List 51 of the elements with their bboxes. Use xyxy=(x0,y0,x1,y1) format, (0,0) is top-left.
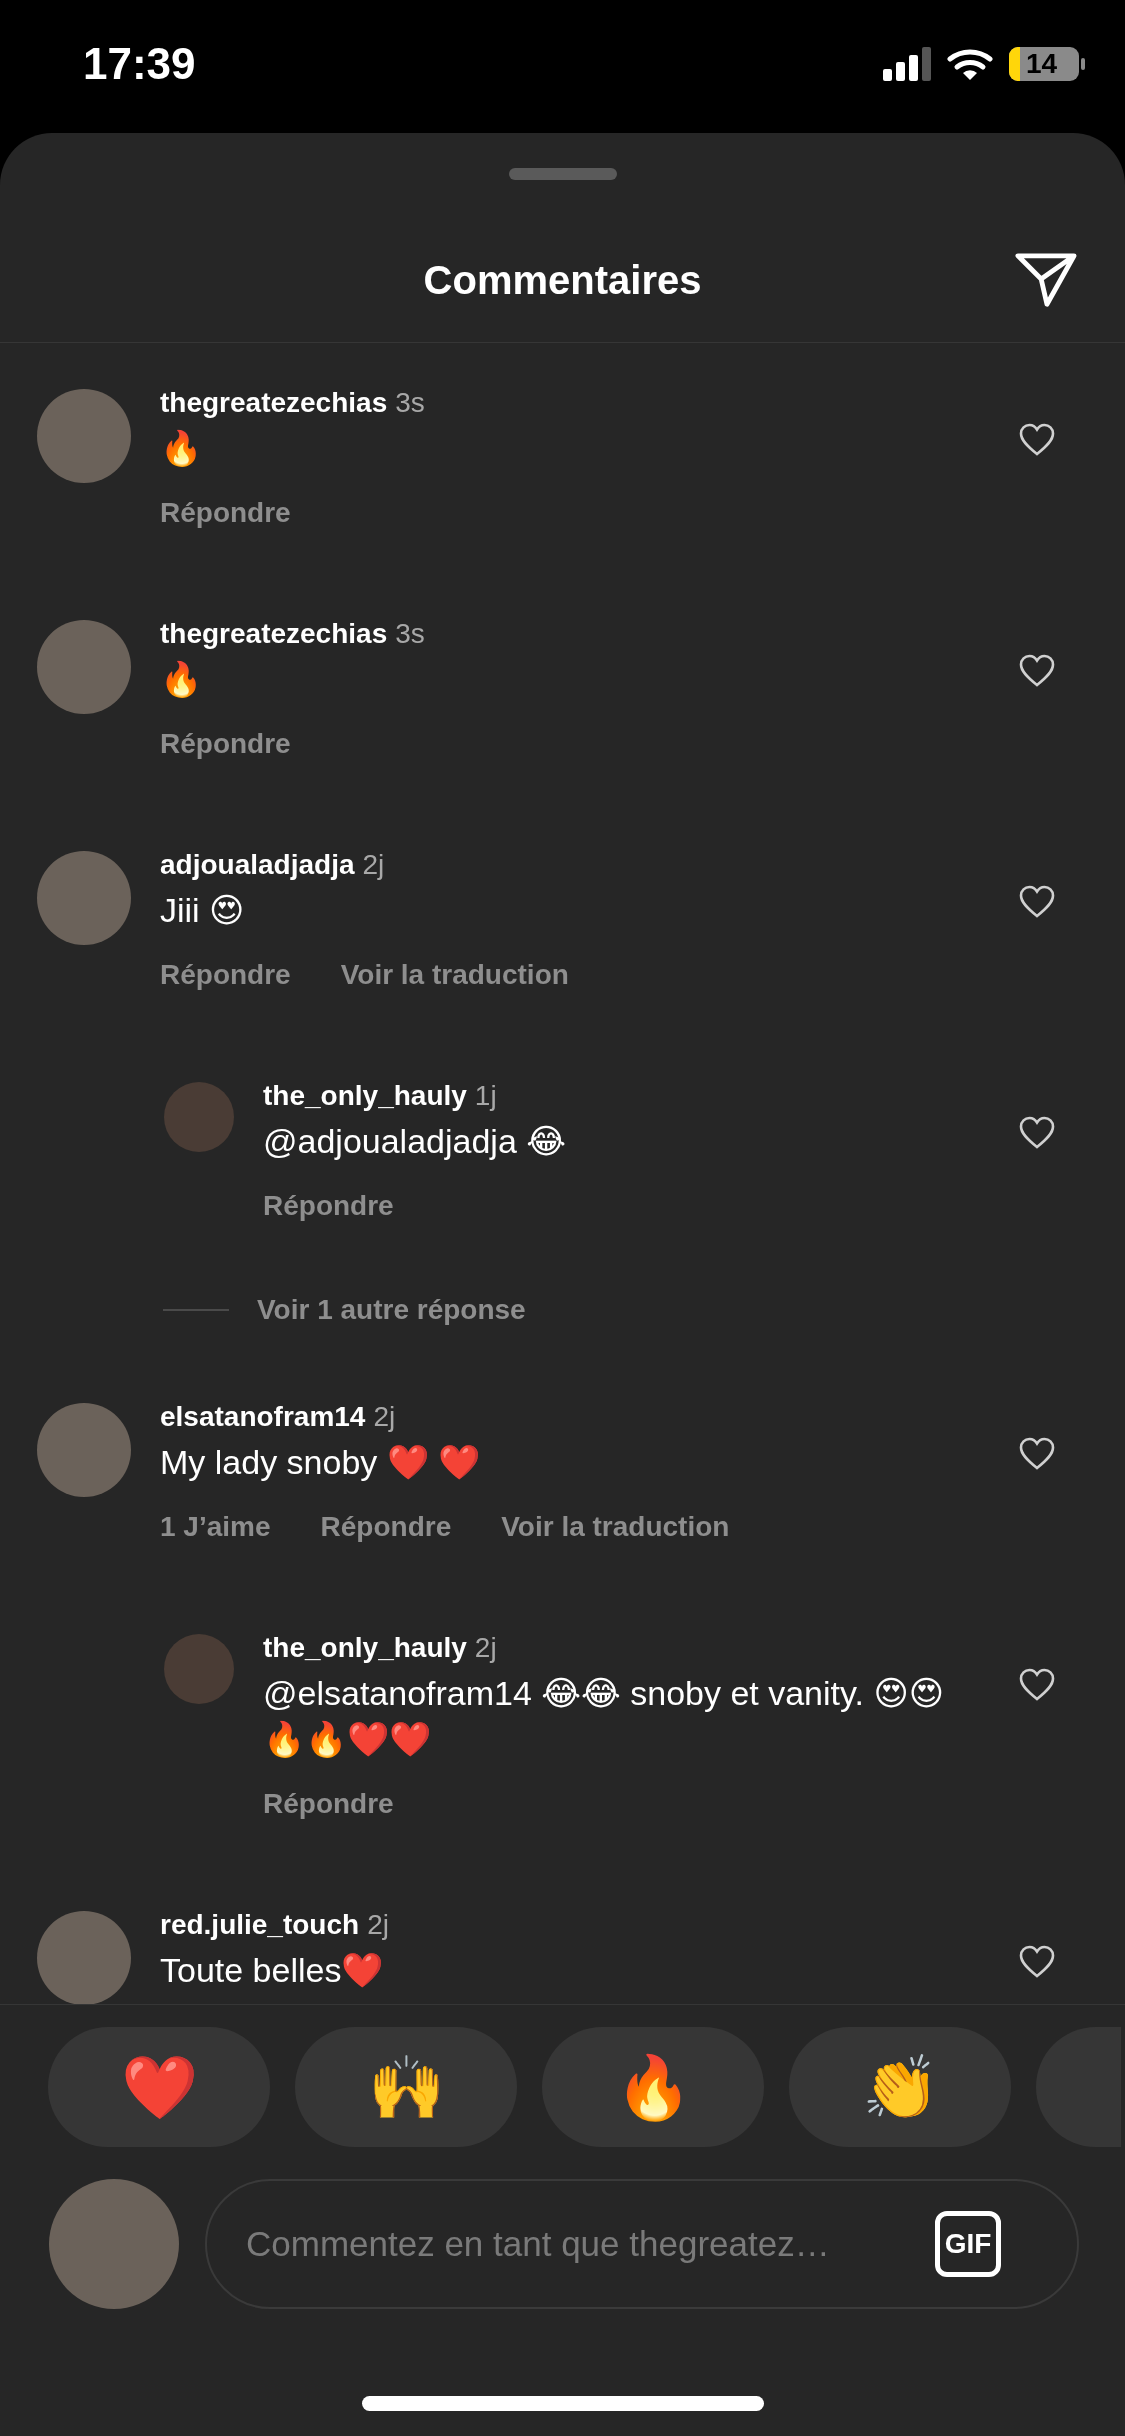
comment-action-link[interactable]: Voir la traduction xyxy=(501,1507,730,1547)
comment-time: 2j xyxy=(367,1909,389,1940)
heart-icon[interactable] xyxy=(1019,1437,1055,1470)
comment-action-link[interactable]: Voir la traduction xyxy=(340,955,569,995)
emoji-reaction-button[interactable]: 🔥 xyxy=(542,2027,764,2147)
comment-text: Toute belles❤ xyxy=(160,1950,385,1991)
signal-icon xyxy=(883,46,931,81)
emoji-reaction-button[interactable]: ❤ xyxy=(48,2027,270,2147)
comment-time: 3s xyxy=(395,618,425,649)
comment-action-link[interactable]: Répondre xyxy=(160,955,291,995)
username-link[interactable]: the_only_hauly xyxy=(263,1632,467,1663)
comment-text: My lady snoby ❤ ❤ xyxy=(160,1442,482,1483)
sheet-title: Commentaires xyxy=(423,257,702,303)
comment-action-link[interactable]: Répondre xyxy=(263,1784,394,1824)
battery-percentage: 14 xyxy=(1026,48,1058,79)
drag-handle[interactable] xyxy=(508,168,617,180)
username-link[interactable]: thegreatezechias xyxy=(160,387,388,418)
emoji-reaction-button[interactable]: 🙌 xyxy=(295,2027,517,2147)
heart-icon[interactable] xyxy=(1019,885,1055,918)
username-link[interactable]: red.julie_touch xyxy=(160,1909,360,1940)
comment-text: @adjoualadjadja 😂 xyxy=(263,1121,567,1162)
comment-action-link[interactable]: Répondre xyxy=(263,1186,394,1226)
comment-time: 3s xyxy=(395,387,425,418)
comment-time: 2j xyxy=(474,1632,497,1663)
comment-input-field[interactable]: Commentez en tant que thegreatez… GIF xyxy=(205,2179,1079,2309)
comment-action-link[interactable]: 1 J’aime xyxy=(160,1507,271,1547)
heart-icon[interactable] xyxy=(1019,654,1055,687)
comment-action-link[interactable]: Répondre xyxy=(160,724,291,764)
username-link[interactable]: thegreatezechias xyxy=(160,618,388,649)
send-icon xyxy=(1013,250,1079,310)
heart-icon[interactable] xyxy=(1019,1116,1055,1149)
heart-icon[interactable] xyxy=(1019,1945,1055,1978)
comment-time: 2j xyxy=(362,849,385,880)
username-link[interactable]: elsatanofram14 xyxy=(160,1401,366,1432)
comment-time: 1j xyxy=(474,1080,497,1111)
comment-text: 🔥 xyxy=(160,659,203,700)
comment-action-link[interactable]: Répondre xyxy=(160,493,291,533)
comment-text: 🔥 xyxy=(160,428,203,469)
username-link[interactable]: the_only_hauly xyxy=(263,1080,467,1111)
comment-time: 2j xyxy=(373,1401,396,1432)
heart-icon[interactable] xyxy=(1019,423,1055,456)
comment-action-link[interactable]: Répondre xyxy=(320,1507,452,1547)
comment-text: @elsatanofram14 😂😂 snoby et vanity. 😍😍🔥🔥❤❤ xyxy=(263,1673,946,1760)
view-more-replies-link[interactable]: Voir 1 autre réponse xyxy=(257,1290,526,1330)
gif-button[interactable]: GIF xyxy=(935,2211,1001,2277)
comment-text: Jiii 😍 xyxy=(160,890,246,931)
username-link[interactable]: adjoualadjadja xyxy=(160,849,355,880)
clock-time: 17:39 xyxy=(83,38,196,89)
heart-icon[interactable] xyxy=(1019,1668,1055,1701)
battery-icon xyxy=(1009,46,1085,81)
emoji-reaction-button[interactable]: 👏 xyxy=(789,2027,1011,2147)
